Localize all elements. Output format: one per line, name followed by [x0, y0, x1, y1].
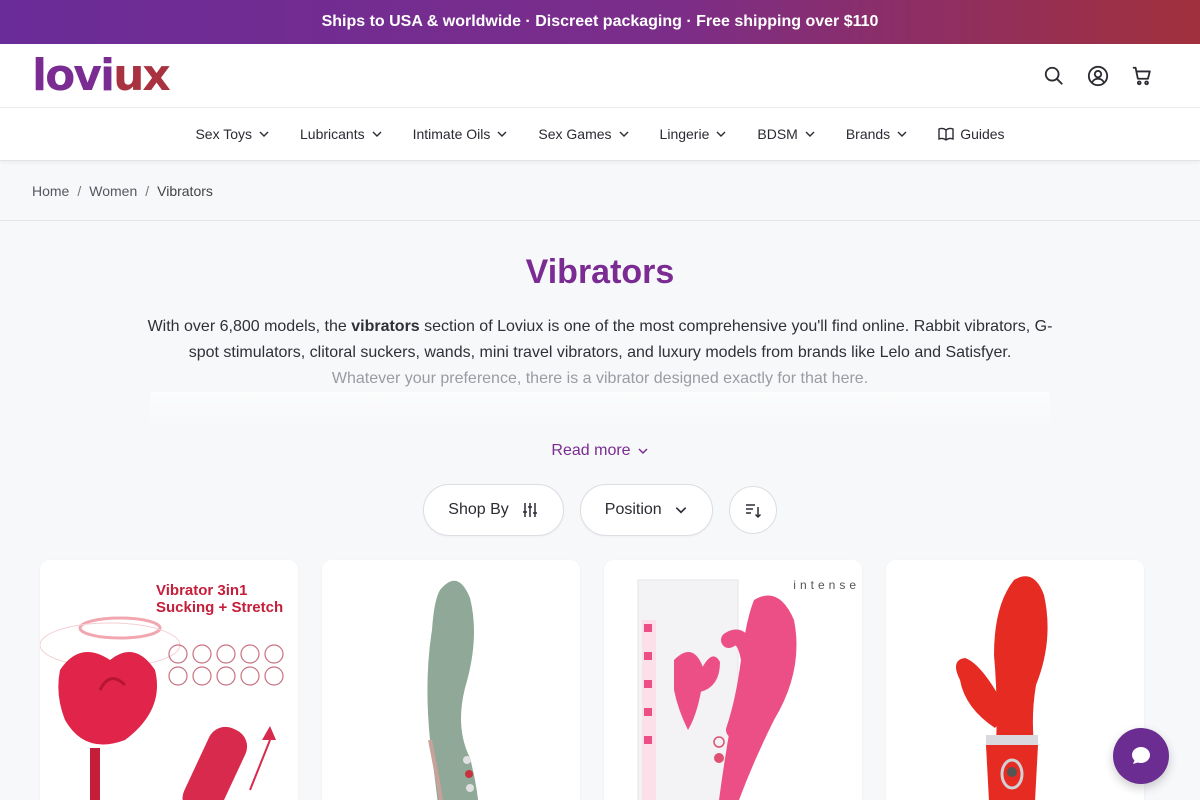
listing-controls: Shop By Position — [0, 484, 1200, 536]
page-title: Vibrators — [525, 253, 675, 291]
chevron-down-icon — [497, 131, 507, 137]
nav-label: BDSM — [757, 126, 798, 142]
product-card[interactable]: intense — [604, 560, 862, 800]
breadcrumb: Home / Women / Vibrators — [0, 161, 1200, 221]
sort-direction-button[interactable] — [728, 486, 777, 534]
read-more-label: Read more — [551, 442, 631, 459]
promo-banner: Ships to USA & worldwide · Discreet pack… — [0, 0, 1200, 44]
product-card[interactable] — [322, 560, 580, 800]
nav-item-brands[interactable]: Brands — [846, 126, 908, 142]
nav-label: Lingerie — [659, 126, 710, 142]
book-icon — [938, 127, 954, 141]
chevron-down-icon — [619, 131, 629, 137]
category-description: With over 6,800 models, the vibrators se… — [140, 314, 1060, 392]
chat-widget-button[interactable] — [1113, 728, 1169, 784]
read-more-button[interactable]: Read more — [0, 442, 1200, 460]
shop-by-button[interactable]: Shop By — [423, 484, 564, 536]
breadcrumb-separator: / — [77, 182, 82, 199]
chevron-down-icon — [259, 131, 269, 137]
nav-item-lingerie[interactable]: Lingerie — [660, 126, 728, 142]
product-grid: Vibrator 3in1 Sucking + Stretch intense — [40, 560, 1200, 800]
nav-label: Sex Games — [538, 126, 612, 142]
nav-item-bdsm[interactable]: BDSM — [757, 126, 815, 142]
breadcrumb-home[interactable]: Home — [32, 183, 69, 199]
breadcrumb-separator: / — [145, 182, 150, 199]
product-image — [604, 560, 862, 800]
logo-part-2: ux — [113, 49, 171, 101]
chevron-down-icon — [897, 131, 907, 137]
product-image — [322, 560, 580, 800]
chevron-down-icon — [372, 131, 382, 137]
filter-sliders-icon — [522, 503, 537, 517]
product-image — [886, 560, 1144, 800]
product-card[interactable]: Vibrator 3in1 Sucking + Stretch — [40, 560, 298, 800]
nav-item-guides[interactable]: Guides — [938, 126, 1005, 142]
breadcrumb-women[interactable]: Women — [89, 183, 137, 199]
main-nav: Sex Toys Lubricants Intimate Oils Sex Ga… — [0, 108, 1200, 161]
account-icon[interactable] — [1086, 64, 1110, 88]
cart-icon[interactable] — [1130, 64, 1154, 88]
chevron-down-icon — [638, 448, 648, 455]
logo-part-1: lovi — [32, 49, 115, 101]
description-fade-overlay — [150, 392, 1050, 430]
nav-label: Sex Toys — [195, 126, 252, 142]
nav-label: Lubricants — [300, 126, 365, 142]
sort-select[interactable]: Position — [579, 484, 713, 536]
chat-bubble-icon — [1132, 747, 1150, 764]
description-faded: Whatever your preference, there is a vib… — [331, 370, 869, 387]
nav-label: Intimate Oils — [412, 126, 491, 142]
description-bold: vibrators — [351, 318, 420, 335]
product-overlay-text: Sucking + Stretch — [156, 599, 284, 616]
nav-item-sex-toys[interactable]: Sex Toys — [195, 126, 270, 142]
logo[interactable]: lovi ux — [32, 49, 171, 101]
breadcrumb-current: Vibrators — [157, 182, 213, 199]
shop-by-label: Shop By — [448, 501, 509, 518]
description-pre: With over 6,800 models, the — [147, 318, 352, 335]
chevron-down-icon — [805, 131, 815, 137]
chevron-down-icon — [716, 131, 726, 137]
product-card[interactable] — [886, 560, 1144, 800]
search-icon[interactable] — [1042, 64, 1066, 88]
nav-label: Guides — [960, 126, 1005, 142]
nav-item-lubricants[interactable]: Lubricants — [300, 126, 383, 142]
chevron-down-icon — [675, 507, 686, 514]
sort-direction-icon — [745, 504, 761, 519]
nav-label: Brands — [845, 126, 891, 142]
product-brand-label: intense — [793, 578, 860, 592]
site-header: lovi ux — [0, 44, 1200, 108]
product-overlay-text: Vibrator 3in1 — [156, 582, 248, 599]
nav-item-intimate-oils[interactable]: Intimate Oils — [413, 126, 509, 142]
sort-label: Position — [604, 501, 662, 518]
nav-item-sex-games[interactable]: Sex Games — [538, 126, 629, 142]
